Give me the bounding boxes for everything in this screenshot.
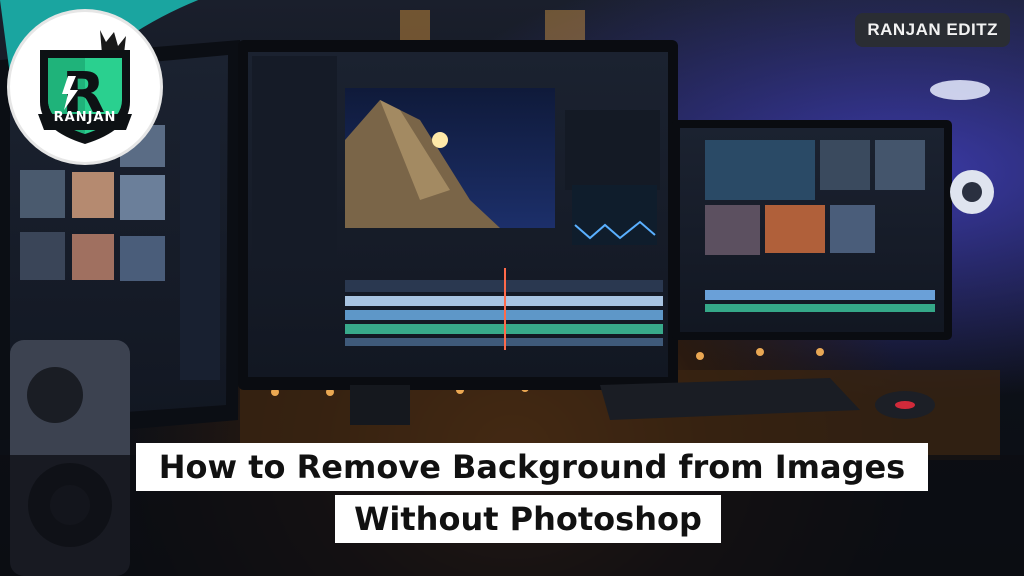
ranjan-logo: R RANJAN xyxy=(10,12,160,162)
title-line-1: How to Remove Background from Images xyxy=(136,443,928,491)
title-line-2: Without Photoshop xyxy=(335,495,721,543)
logo-brand-text: RANJAN xyxy=(53,110,117,125)
channel-badge: RANJAN EDITZ xyxy=(855,13,1010,47)
shield-logo-icon: R xyxy=(38,30,132,144)
thumbnail-stage: R RANJAN RANJAN EDITZ How to Remove Back… xyxy=(0,0,1024,576)
